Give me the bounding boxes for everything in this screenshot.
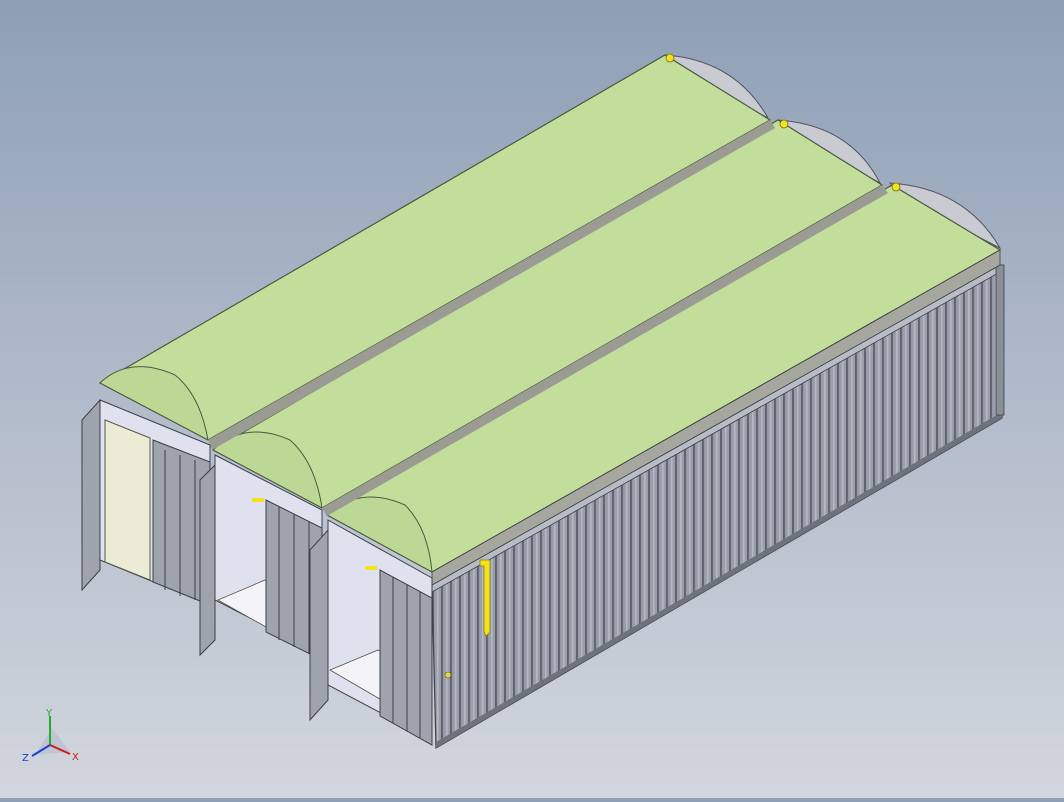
lifting-lug-1 [665,53,675,63]
corner-post [995,264,1005,416]
coordinate-triad[interactable]: Y X Z [22,708,79,764]
container-1-end[interactable] [81,398,216,657]
container-2-fitting [252,498,264,502]
container-3-right-door[interactable] [379,569,433,746]
container-1-panel [104,419,151,581]
container-2-swing-door[interactable] [309,528,329,722]
assembly-canvas[interactable]: Y X Z [0,0,1064,798]
y-axis-label: Y [45,708,53,719]
z-axis-label: Z [22,753,29,764]
lifting-lug-2 [779,119,789,129]
cad-viewport[interactable]: Y X Z [0,0,1064,798]
container-1-swing-door[interactable] [199,463,216,657]
lifting-lug-3 [891,182,901,192]
side-fitting [444,671,452,679]
container-1-left-door[interactable] [81,398,101,592]
x-axis-label: X [72,752,79,763]
container-3-fitting [365,566,377,570]
